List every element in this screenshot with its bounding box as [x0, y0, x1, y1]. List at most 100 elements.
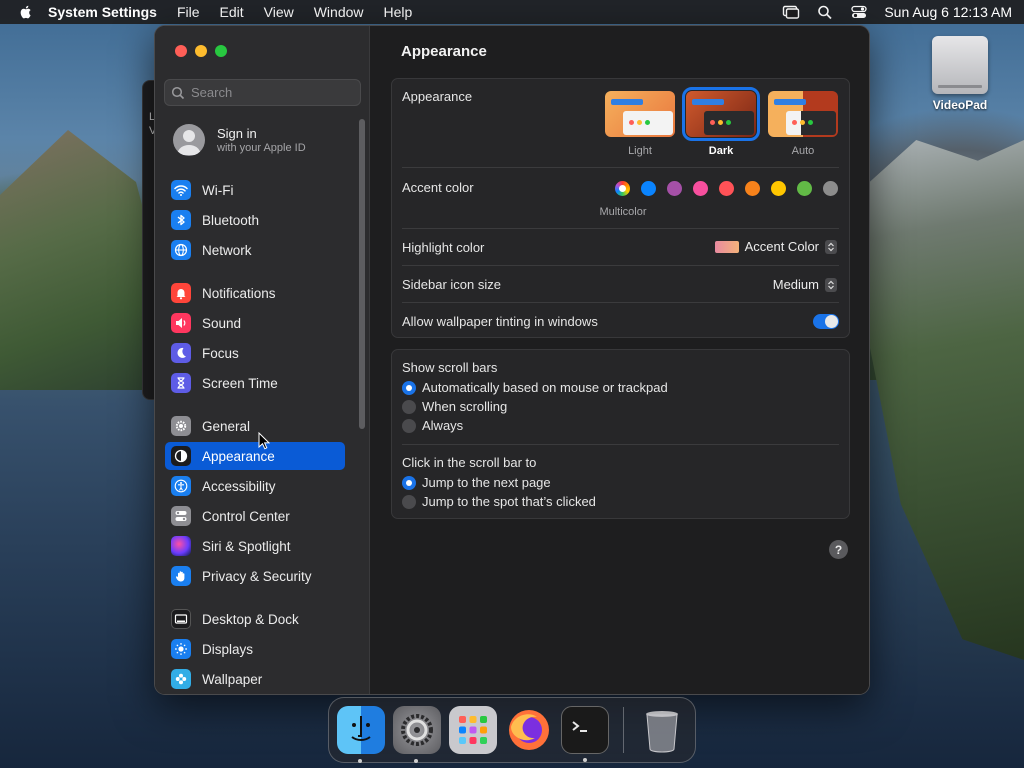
- running-indicator: [583, 758, 587, 762]
- page-title: Appearance: [401, 43, 487, 60]
- divider: [402, 444, 839, 445]
- flower-icon: [171, 669, 191, 689]
- menu-view[interactable]: View: [264, 4, 294, 20]
- scrollbar-option-always[interactable]: Always: [402, 418, 463, 433]
- close-window-button[interactable]: [175, 45, 187, 57]
- sidebar-item-appearance[interactable]: Appearance: [165, 442, 345, 470]
- accent-graphite-swatch[interactable]: [823, 181, 838, 196]
- scrollbar-option-auto[interactable]: Automatically based on mouse or trackpad: [402, 380, 668, 395]
- sidebar-item-label: Network: [202, 242, 252, 258]
- running-indicator: [358, 759, 362, 763]
- hand-icon: [171, 566, 191, 586]
- theme-light-option[interactable]: [605, 91, 675, 137]
- desktop-drive-videopad[interactable]: VideoPad: [926, 36, 994, 112]
- appearance-icon: [171, 446, 191, 466]
- sidebar-item-privacy-security[interactable]: Privacy & Security: [165, 562, 345, 590]
- bluetooth-icon: [171, 210, 191, 230]
- help-button[interactable]: ?: [829, 540, 848, 559]
- screen-mirroring-icon[interactable]: [782, 4, 800, 20]
- system-settings-window: Sign in with your Apple ID Wi-Fi Bluetoo…: [154, 25, 870, 695]
- sidebar-item-wallpaper[interactable]: Wallpaper: [165, 665, 345, 693]
- sidebar-item-network[interactable]: Network: [165, 236, 345, 264]
- click-option-next-page[interactable]: Jump to the next page: [402, 475, 551, 490]
- click-option-spot[interactable]: Jump to the spot that’s clicked: [402, 494, 596, 509]
- zoom-window-button[interactable]: [215, 45, 227, 57]
- siri-icon: [171, 536, 191, 556]
- accent-pink-swatch[interactable]: [693, 181, 708, 196]
- search-input[interactable]: [191, 85, 351, 100]
- tinting-toggle[interactable]: [813, 314, 839, 329]
- trash-icon[interactable]: [638, 706, 686, 754]
- accent-purple-swatch[interactable]: [667, 181, 682, 196]
- terminal-icon[interactable]: [561, 706, 609, 762]
- sidebar-item-wifi[interactable]: Wi-Fi: [165, 176, 345, 204]
- appearance-group: Appearance Light Dark Auto Accent color: [391, 78, 850, 338]
- radio-label: Jump to the next page: [422, 475, 551, 490]
- spotlight-search-icon[interactable]: [816, 4, 834, 20]
- launchpad-icon[interactable]: [449, 706, 497, 754]
- tinting-label: Allow wallpaper tinting in windows: [402, 314, 598, 329]
- sidebar-item-desktop-dock[interactable]: Desktop & Dock: [165, 605, 345, 633]
- accent-blue-swatch[interactable]: [641, 181, 656, 196]
- dock-icon: [171, 609, 191, 629]
- minimize-window-button[interactable]: [195, 45, 207, 57]
- theme-auto-label: Auto: [791, 145, 815, 157]
- accent-yellow-swatch[interactable]: [771, 181, 786, 196]
- highlight-color-popup[interactable]: Accent Color: [714, 239, 837, 254]
- sidebar-item-label: Accessibility: [202, 478, 276, 494]
- accent-green-swatch[interactable]: [797, 181, 812, 196]
- sidebar-item-general[interactable]: General: [165, 412, 345, 440]
- accent-red-swatch[interactable]: [719, 181, 734, 196]
- search-field[interactable]: [164, 79, 361, 106]
- sidebar-item-notifications[interactable]: Notifications: [165, 279, 345, 307]
- accent-multicolor-swatch[interactable]: [615, 181, 630, 196]
- menu-file[interactable]: File: [177, 4, 200, 20]
- signin-title: Sign in: [217, 126, 257, 141]
- icon-size-popup[interactable]: Medium: [773, 277, 837, 292]
- chevron-up-down-icon: [825, 239, 837, 254]
- accent-orange-swatch[interactable]: [745, 181, 760, 196]
- thumb-titlebar: [611, 99, 643, 105]
- system-settings-icon[interactable]: [393, 706, 441, 763]
- radio-unselected: [402, 418, 416, 433]
- thumb-dots: [792, 120, 813, 125]
- menubar-clock[interactable]: Sun Aug 6 12:13 AM: [884, 4, 1012, 20]
- sidebar-item-sound[interactable]: Sound: [165, 309, 345, 337]
- disk-drive-icon: [932, 36, 988, 94]
- divider: [402, 265, 839, 266]
- sidebar-item-label: Control Center: [202, 508, 290, 524]
- sidebar-item-label: Focus: [202, 345, 239, 361]
- sidebar-item-displays[interactable]: Displays: [165, 635, 345, 663]
- menu-bar: System Settings File Edit View Window He…: [0, 0, 1024, 24]
- sidebar-item-accessibility[interactable]: Accessibility: [165, 472, 345, 500]
- apple-id-signin[interactable]: Sign in with your Apple ID: [173, 124, 306, 156]
- sidebar-item-bluetooth[interactable]: Bluetooth: [165, 206, 345, 234]
- sun-icon: [171, 639, 191, 659]
- control-center-menu-icon[interactable]: [850, 4, 868, 20]
- sidebar-item-focus[interactable]: Focus: [165, 339, 345, 367]
- menu-window[interactable]: Window: [314, 4, 364, 20]
- sidebar-item-siri-spotlight[interactable]: Siri & Spotlight: [165, 532, 345, 560]
- finder-icon[interactable]: [337, 706, 385, 763]
- scroll-bars-group: Show scroll bars Automatically based on …: [391, 349, 850, 519]
- sidebar-item-label: Bluetooth: [202, 212, 260, 228]
- apple-menu-icon[interactable]: [18, 4, 34, 20]
- menu-help[interactable]: Help: [384, 4, 413, 20]
- scrollbar-option-scrolling[interactable]: When scrolling: [402, 399, 507, 414]
- radio-unselected: [402, 494, 416, 509]
- theme-auto-option[interactable]: [768, 91, 838, 137]
- sidebar-item-control-center[interactable]: Control Center: [165, 502, 345, 530]
- sidebar-item-label: Siri & Spotlight: [202, 538, 291, 554]
- menu-app-name[interactable]: System Settings: [48, 4, 157, 20]
- sidebar-item-label: Desktop & Dock: [202, 611, 299, 627]
- sidebar-item-label: Notifications: [202, 285, 276, 301]
- radio-label: Always: [422, 418, 464, 433]
- sidebar-scrollbar[interactable]: [359, 119, 365, 429]
- gear-icon: [171, 416, 191, 436]
- bell-icon: [171, 283, 191, 303]
- firefox-icon[interactable]: [505, 706, 553, 754]
- theme-dark-option[interactable]: [682, 87, 760, 141]
- sidebar-item-screen-time[interactable]: Screen Time: [165, 369, 345, 397]
- menu-edit[interactable]: Edit: [220, 4, 244, 20]
- gear-icon: [401, 714, 433, 746]
